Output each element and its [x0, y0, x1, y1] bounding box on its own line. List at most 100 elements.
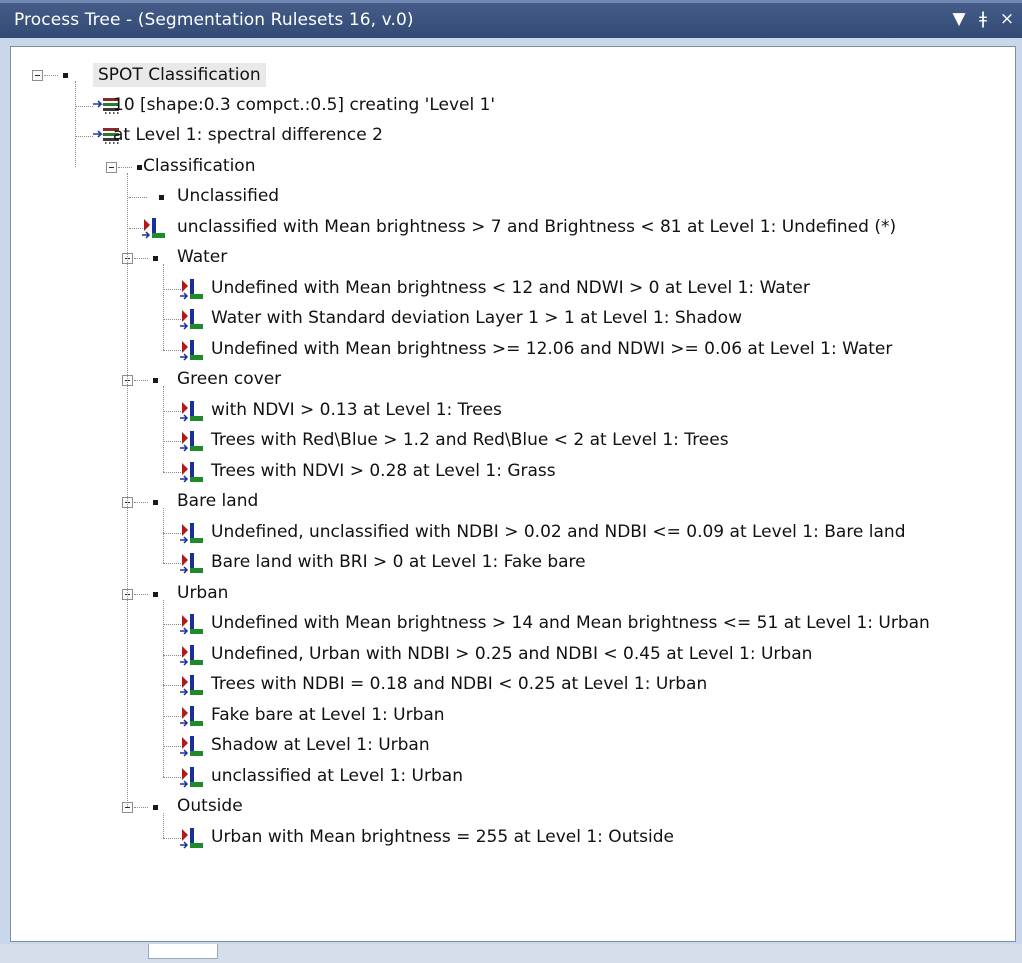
tree-connector — [163, 386, 164, 472]
classify-icon — [179, 430, 205, 458]
tree-item-rule[interactable]: Water with Standard deviation Layer 1 > … — [11, 304, 1015, 334]
tree-item-label: at Level 1: spectral difference 2 — [113, 125, 383, 145]
tree-item-rule[interactable]: Undefined with Mean brightness >= 12.06 … — [11, 335, 1015, 365]
tree-item-segmentation-step[interactable]: 10 [shape:0.3 compct.:0.5] creating 'Lev… — [11, 91, 1015, 121]
classify-icon — [179, 613, 205, 641]
tree-item-rule[interactable]: Trees with NDBI = 0.18 and NDBI < 0.25 a… — [11, 670, 1015, 700]
tree-item-rule[interactable]: with NDVI > 0.13 at Level 1: Trees — [11, 396, 1015, 426]
tree-item-label: Bare land with BRI > 0 at Level 1: Fake … — [211, 552, 586, 572]
panel-title: Process Tree - (Segmentation Rulesets 16… — [14, 10, 414, 30]
tree-item-rule[interactable]: Undefined with Mean brightness < 12 and … — [11, 274, 1015, 304]
tree-connector — [127, 172, 128, 807]
tree-folder-label: Unclassified — [177, 186, 280, 206]
tree-item-label: Water with Standard deviation Layer 1 > … — [211, 308, 742, 328]
classify-icon — [179, 644, 205, 672]
tree-item-rule[interactable]: Trees with Red\Blue > 1.2 and Red\Blue <… — [11, 426, 1015, 456]
tree-connector — [134, 502, 148, 503]
tree-item-label: Undefined with Mean brightness < 12 and … — [211, 277, 810, 298]
tree-node-green-cover[interactable]: Green cover — [11, 365, 1015, 395]
classify-icon — [179, 552, 205, 580]
classify-icon — [179, 766, 205, 794]
tree-item-label: Trees with NDVI > 0.28 at Level 1: Grass — [211, 460, 556, 481]
tree-connector — [134, 258, 148, 259]
tree-item-label: with NDVI > 0.13 at Level 1: Trees — [211, 399, 502, 420]
classify-icon — [179, 705, 205, 733]
tree-item-rule[interactable]: Bare land with BRI > 0 at Level 1: Fake … — [11, 548, 1015, 578]
tree-connector — [134, 807, 148, 808]
close-icon[interactable]: × — [998, 8, 1016, 30]
tree-connector — [44, 75, 58, 76]
classify-icon — [179, 522, 205, 550]
folder-bullet-icon — [153, 591, 158, 597]
tree-folder-label: Classification — [143, 155, 256, 176]
tree-item-label: Undefined with Mean brightness >= 12.06 … — [211, 338, 893, 359]
tree-item-rule[interactable]: unclassified with Mean brightness > 7 an… — [11, 213, 1015, 243]
tree-item-rule[interactable]: Shadow at Level 1: Urban — [11, 731, 1015, 761]
collapse-icon[interactable] — [32, 70, 43, 81]
pin-icon[interactable]: ǂ — [974, 8, 992, 30]
tree-node-water[interactable]: Water — [11, 243, 1015, 273]
classify-icon — [179, 674, 205, 702]
tree-root-label: SPOT Classification — [93, 63, 266, 87]
tree-connector — [134, 593, 148, 595]
dropdown-icon[interactable]: ▼ — [950, 8, 968, 30]
tree-item-rule[interactable]: Urban with Mean brightness = 255 at Leve… — [11, 823, 1015, 853]
tree-item-label: unclassified at Level 1: Urban — [211, 765, 463, 786]
collapse-icon[interactable] — [106, 161, 117, 173]
classify-icon — [179, 461, 205, 489]
tree-folder-label: Water — [177, 247, 228, 267]
tree-folder-label: Outside — [177, 796, 243, 816]
tree-node-root[interactable]: SPOT Classification — [11, 60, 1015, 90]
classify-icon — [179, 735, 205, 763]
tree-connector — [134, 380, 148, 381]
tree-connector — [129, 197, 147, 198]
classify-icon — [179, 400, 205, 428]
classify-icon — [179, 278, 205, 306]
tree-item-label: Urban with Mean brightness = 255 at Leve… — [211, 826, 674, 847]
tree-item-rule[interactable]: Trees with NDVI > 0.28 at Level 1: Grass — [11, 457, 1015, 487]
bottom-tab-strip — [0, 944, 1022, 963]
classify-icon — [141, 217, 167, 245]
tree-connector — [75, 81, 76, 167]
folder-bullet-icon — [137, 164, 142, 170]
tree-item-label: Trees with Red\Blue > 1.2 and Red\Blue <… — [211, 430, 729, 450]
tree-item-rule[interactable]: Undefined with Mean brightness > 14 and … — [11, 609, 1015, 639]
tree-folder-label: Bare land — [177, 491, 259, 511]
tree-node-classification[interactable]: Classification — [11, 152, 1015, 182]
tree-connector — [163, 264, 164, 350]
tree-node-bare-land[interactable]: Bare land — [11, 487, 1015, 517]
folder-bullet-icon — [159, 195, 164, 200]
tree-item-label: Undefined, unclassified with NDBI > 0.02… — [211, 521, 906, 542]
tree-item-label: Fake bare at Level 1: Urban — [211, 704, 445, 725]
tree-folder-label: Urban — [177, 582, 229, 603]
tree-item-rule[interactable]: unclassified at Level 1: Urban — [11, 762, 1015, 792]
folder-bullet-icon — [153, 805, 158, 810]
tree-node-outside[interactable]: Outside — [11, 792, 1015, 822]
process-tree-panel: SPOT Classification 10 [shape:0.3 compct.… — [10, 46, 1016, 942]
tree-item-rule[interactable]: Undefined, unclassified with NDBI > 0.02… — [11, 518, 1015, 548]
panel-titlebar: Process Tree - (Segmentation Rulesets 16… — [0, 0, 1022, 38]
tree-item-label: Undefined, Urban with NDBI > 0.25 and ND… — [211, 643, 813, 664]
titlebar-controls: ▼ ǂ × — [950, 8, 1016, 30]
folder-bullet-icon — [63, 73, 68, 78]
tree-node-urban[interactable]: Urban — [11, 579, 1015, 609]
tree-item-segmentation-step[interactable]: at Level 1: spectral difference 2 — [11, 121, 1015, 151]
tree-folder-label: Green cover — [177, 369, 282, 389]
tree-item-rule[interactable]: Fake bare at Level 1: Urban — [11, 701, 1015, 731]
tree-connector — [163, 599, 164, 777]
folder-bullet-icon — [153, 500, 158, 505]
tree-item-label: 10 [shape:0.3 compct.:0.5] creating 'Lev… — [113, 94, 496, 115]
tree-item-label: Undefined with Mean brightness > 14 and … — [211, 613, 930, 633]
classify-icon — [179, 308, 205, 336]
panel-tab[interactable] — [148, 944, 218, 959]
folder-bullet-icon — [153, 378, 158, 383]
tree-item-label: Trees with NDBI = 0.18 and NDBI < 0.25 a… — [211, 674, 708, 694]
tree-item-label: Shadow at Level 1: Urban — [211, 735, 430, 755]
classify-icon — [179, 339, 205, 367]
tree-connector — [163, 508, 164, 563]
tree-item-rule[interactable]: Undefined, Urban with NDBI > 0.25 and ND… — [11, 640, 1015, 670]
tree-connector — [163, 813, 164, 838]
tree-item-label: unclassified with Mean brightness > 7 an… — [177, 216, 897, 237]
tree-connector — [118, 166, 132, 168]
classify-icon — [179, 827, 205, 855]
